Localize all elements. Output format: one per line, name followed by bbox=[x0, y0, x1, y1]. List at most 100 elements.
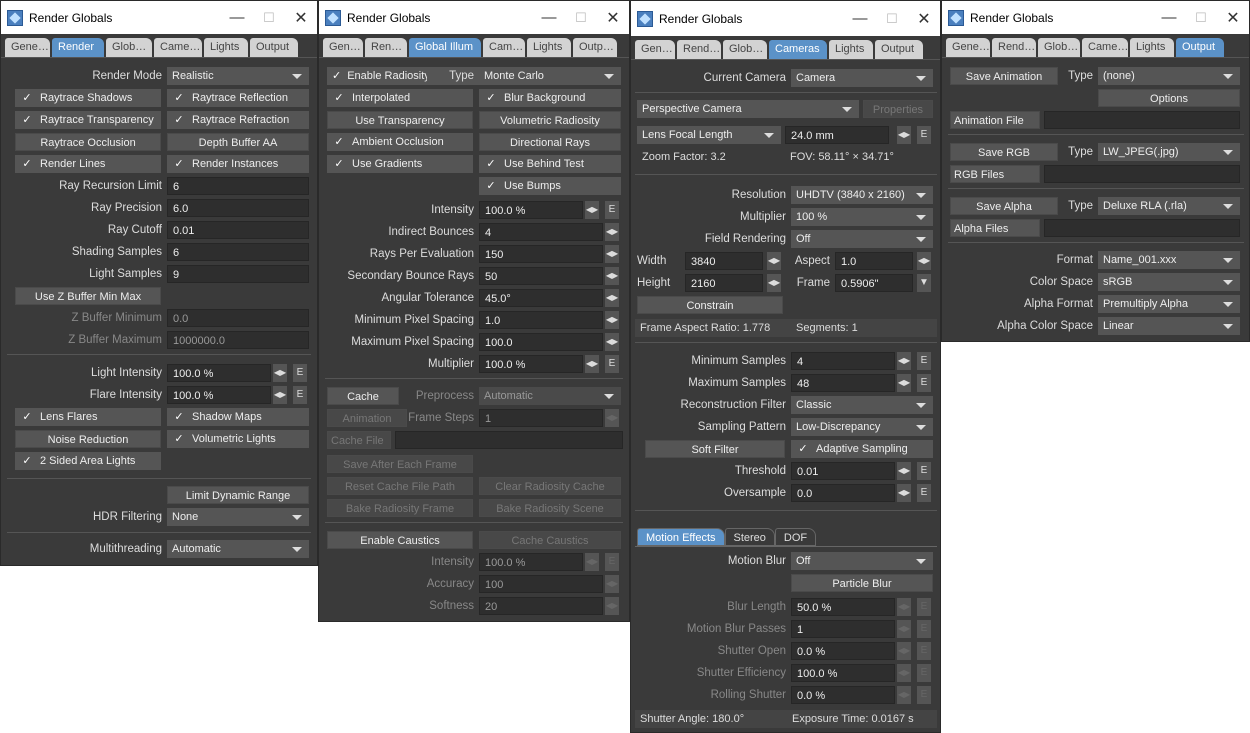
cache-file-field[interactable] bbox=[395, 431, 623, 449]
tab-global-illum[interactable]: Glob… bbox=[723, 40, 767, 59]
use-transparency-button[interactable]: Use Transparency bbox=[327, 111, 473, 129]
softness-field[interactable]: 20 bbox=[479, 597, 603, 615]
save-after-each-frame-button[interactable]: Save After Each Frame bbox=[327, 455, 473, 473]
enable-caustics-button[interactable]: Enable Caustics bbox=[327, 531, 473, 549]
rgb-files-field[interactable] bbox=[1044, 165, 1240, 183]
tab-general[interactable]: Gen… bbox=[635, 40, 675, 59]
slider-arrows-icon[interactable]: ◀▶ bbox=[897, 598, 911, 616]
sampling-pattern-dropdown[interactable]: Low-Discrepancy bbox=[791, 418, 933, 436]
shading-samples-field[interactable]: 6 bbox=[167, 243, 309, 261]
animation-file-button[interactable]: Animation File bbox=[950, 111, 1040, 129]
alpha-files-field[interactable] bbox=[1044, 219, 1240, 237]
constrain-button[interactable]: Constrain bbox=[637, 296, 783, 314]
reconstruction-filter-dropdown[interactable]: Classic bbox=[791, 396, 933, 414]
cache-button[interactable]: Cache bbox=[327, 387, 399, 405]
slider-arrows-icon[interactable]: ◀▶ bbox=[897, 126, 911, 144]
slider-arrows-icon[interactable]: ◀▶ bbox=[605, 575, 619, 593]
animation-button[interactable]: Animation bbox=[327, 409, 407, 427]
secondary-bounce-rays-field[interactable]: 50 bbox=[479, 267, 603, 285]
preprocess-dropdown[interactable]: Automatic bbox=[479, 387, 621, 405]
bake-radiosity-scene-button[interactable]: Bake Radiosity Scene bbox=[479, 499, 621, 517]
slider-arrows-icon[interactable]: ◀▶ bbox=[897, 352, 911, 370]
render-instances-checkbox[interactable]: ✓ Render Instances bbox=[167, 155, 309, 173]
options-button[interactable]: Options bbox=[1098, 89, 1240, 107]
slider-arrows-icon[interactable]: ◀▶ bbox=[605, 267, 619, 285]
title-bar[interactable]: Render Globals — ☐ ✕ bbox=[942, 1, 1249, 34]
tab-output[interactable]: Output bbox=[1176, 38, 1224, 57]
max-pixel-spacing-field[interactable]: 100.0 bbox=[479, 333, 603, 351]
ray-precision-field[interactable]: 6.0 bbox=[167, 199, 309, 217]
shutter-efficiency-field[interactable]: 100.0 % bbox=[791, 664, 895, 682]
maximize-button[interactable]: ☐ bbox=[253, 10, 285, 26]
ray-cutoff-field[interactable]: 0.01 bbox=[167, 221, 309, 239]
motion-blur-passes-field[interactable]: 1 bbox=[791, 620, 895, 638]
height-field[interactable]: 2160 bbox=[685, 274, 763, 292]
reset-cache-path-button[interactable]: Reset Cache File Path bbox=[327, 477, 473, 495]
tab-output[interactable]: Output bbox=[250, 38, 298, 57]
min-samples-field[interactable]: 4 bbox=[791, 352, 895, 370]
envelope-button[interactable]: E bbox=[605, 201, 619, 219]
interpolated-checkbox[interactable]: ✓ Interpolated bbox=[327, 89, 473, 107]
limit-dynamic-range-button[interactable]: Limit Dynamic Range bbox=[167, 486, 309, 504]
enable-radiosity-checkbox[interactable]: ✓ Enable Radiosity bbox=[327, 67, 427, 85]
shadow-maps-checkbox[interactable]: ✓ Shadow Maps bbox=[167, 408, 309, 426]
tab-lights[interactable]: Lights bbox=[527, 38, 571, 57]
tab-global-illum[interactable]: Glob… bbox=[1038, 38, 1080, 57]
use-gradients-checkbox[interactable]: ✓ Use Gradients bbox=[327, 155, 473, 173]
camera-type-dropdown[interactable]: Perspective Camera bbox=[637, 100, 859, 118]
angular-tolerance-field[interactable]: 45.0° bbox=[479, 289, 603, 307]
tab-output[interactable]: Output bbox=[875, 40, 923, 59]
clear-radiosity-cache-button[interactable]: Clear Radiosity Cache bbox=[479, 477, 621, 495]
tab-render[interactable]: Rend… bbox=[677, 40, 721, 59]
blur-background-checkbox[interactable]: ✓ Blur Background bbox=[479, 89, 621, 107]
motion-blur-dropdown[interactable]: Off bbox=[791, 552, 933, 570]
tab-global-illum[interactable]: Global Illum bbox=[409, 38, 481, 57]
tab-general[interactable]: Gen… bbox=[323, 38, 363, 57]
slider-arrows-icon[interactable]: ◀▶ bbox=[897, 620, 911, 638]
rays-per-evaluation-field[interactable]: 150 bbox=[479, 245, 603, 263]
tab-camera[interactable]: Cam… bbox=[483, 38, 525, 57]
slider-arrows-icon[interactable]: ◀▶ bbox=[605, 289, 619, 307]
envelope-button[interactable]: E bbox=[917, 374, 931, 392]
zbuffer-max-field[interactable]: 1000000.0 bbox=[167, 331, 309, 349]
slider-arrows-icon[interactable]: ◀▶ bbox=[273, 386, 287, 404]
slider-arrows-icon[interactable]: ◀▶ bbox=[897, 686, 911, 704]
title-bar[interactable]: Render Globals — ☐ ✕ bbox=[631, 1, 940, 36]
slider-arrows-icon[interactable]: ◀▶ bbox=[897, 664, 911, 682]
min-pixel-spacing-field[interactable]: 1.0 bbox=[479, 311, 603, 329]
caustics-intensity-field[interactable]: 100.0 % bbox=[479, 553, 583, 571]
envelope-button[interactable]: E bbox=[605, 355, 619, 373]
use-zbuffer-button[interactable]: Use Z Buffer Min Max bbox=[15, 287, 161, 305]
tab-camera[interactable]: Came… bbox=[154, 38, 202, 57]
width-field[interactable]: 3840 bbox=[685, 252, 763, 270]
envelope-button[interactable]: E bbox=[917, 664, 931, 682]
maximize-button[interactable]: ☐ bbox=[565, 10, 597, 26]
frame-dropdown-icon[interactable]: ▼ bbox=[917, 274, 931, 292]
tab-lights[interactable]: Lights bbox=[204, 38, 248, 57]
subtab-stereo[interactable]: Stereo bbox=[724, 528, 775, 546]
envelope-button[interactable]: E bbox=[293, 386, 307, 404]
save-alpha-button[interactable]: Save Alpha bbox=[950, 197, 1058, 215]
tab-output[interactable]: Outp… bbox=[573, 38, 617, 57]
slider-arrows-icon[interactable]: ◀▶ bbox=[767, 274, 781, 292]
raytrace-shadows-checkbox[interactable]: ✓ Raytrace Shadows bbox=[15, 89, 161, 107]
render-lines-checkbox[interactable]: ✓ Render Lines bbox=[15, 155, 161, 173]
particle-blur-button[interactable]: Particle Blur bbox=[791, 574, 933, 592]
raytrace-reflection-checkbox[interactable]: ✓ Raytrace Reflection bbox=[167, 89, 309, 107]
close-button[interactable]: ✕ bbox=[908, 9, 940, 29]
minimize-button[interactable]: — bbox=[1153, 9, 1185, 26]
properties-button[interactable]: Properties bbox=[863, 100, 933, 118]
envelope-button[interactable]: E bbox=[917, 598, 931, 616]
slider-arrows-icon[interactable]: ◀▶ bbox=[767, 252, 781, 270]
save-rgb-button[interactable]: Save RGB bbox=[950, 143, 1058, 161]
subtab-motion-effects[interactable]: Motion Effects bbox=[637, 528, 725, 546]
slider-arrows-icon[interactable]: ◀▶ bbox=[585, 355, 599, 373]
current-camera-dropdown[interactable]: Camera bbox=[791, 69, 933, 87]
slider-arrows-icon[interactable]: ◀▶ bbox=[605, 245, 619, 263]
adaptive-sampling-checkbox[interactable]: ✓ Adaptive Sampling bbox=[791, 440, 933, 458]
cache-file-button[interactable]: Cache File bbox=[327, 431, 391, 449]
slider-arrows-icon[interactable]: ◀▶ bbox=[273, 364, 287, 382]
max-samples-field[interactable]: 48 bbox=[791, 374, 895, 392]
tab-general[interactable]: Gene… bbox=[946, 38, 990, 57]
envelope-button[interactable]: E bbox=[293, 364, 307, 382]
